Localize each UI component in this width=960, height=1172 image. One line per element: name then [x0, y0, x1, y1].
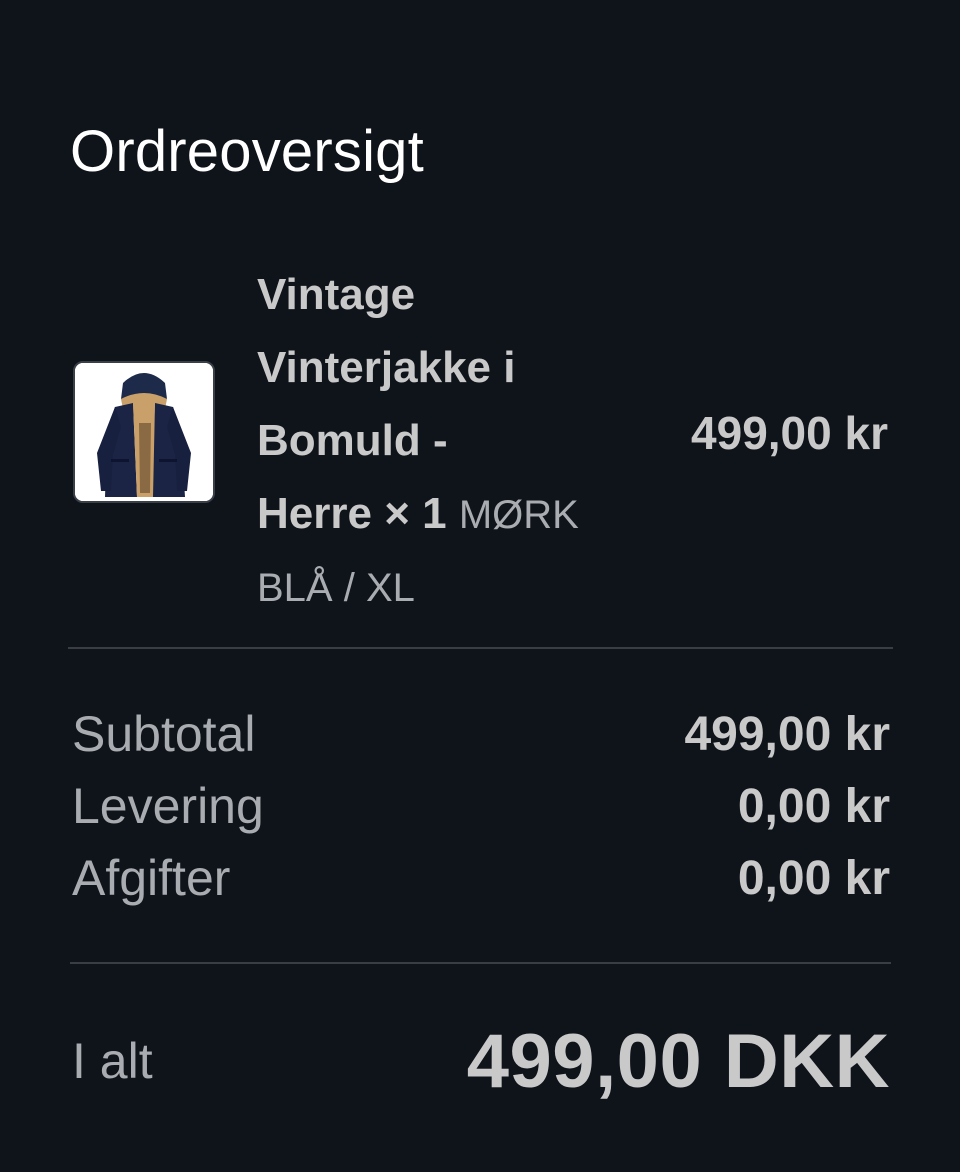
shipping-label: Levering	[72, 778, 264, 834]
subtotal-value: 499,00 kr	[684, 707, 890, 761]
tax-row: Afgifter 0,00 kr	[72, 842, 890, 914]
product-details: Vintage Vinterjakke i Bomuld - Herre × 1…	[257, 258, 637, 625]
shipping-row: Levering 0,00 kr	[72, 770, 890, 842]
product-name-line: Herre	[257, 489, 372, 538]
tax-value: 0,00 kr	[737, 851, 890, 905]
total-label: I alt	[72, 1033, 153, 1089]
subtotal-row: Subtotal 499,00 kr	[72, 698, 890, 770]
product-variant: BLÅ / XL	[257, 566, 415, 610]
jacket-icon	[75, 363, 213, 501]
product-thumbnail[interactable]	[73, 361, 215, 503]
product-name-line: Vintage	[257, 270, 416, 319]
product-name-line: Bomuld -	[257, 416, 448, 465]
item-price: 499,00 kr	[691, 407, 888, 459]
shipping-value: 0,00 kr	[737, 779, 890, 833]
subtotal-label: Subtotal	[72, 706, 256, 762]
total-row: I alt 499,00 DKK	[72, 1016, 890, 1106]
divider	[70, 962, 891, 964]
total-value: 499,00 DKK	[466, 1018, 890, 1104]
tax-label: Afgifter	[72, 850, 231, 906]
product-variant: MØRK	[458, 493, 579, 537]
product-quantity: × 1	[384, 489, 447, 538]
product-name-line: Vinterjakke i	[257, 343, 516, 392]
divider	[68, 647, 893, 649]
page-title: Ordreoversigt	[70, 119, 424, 184]
